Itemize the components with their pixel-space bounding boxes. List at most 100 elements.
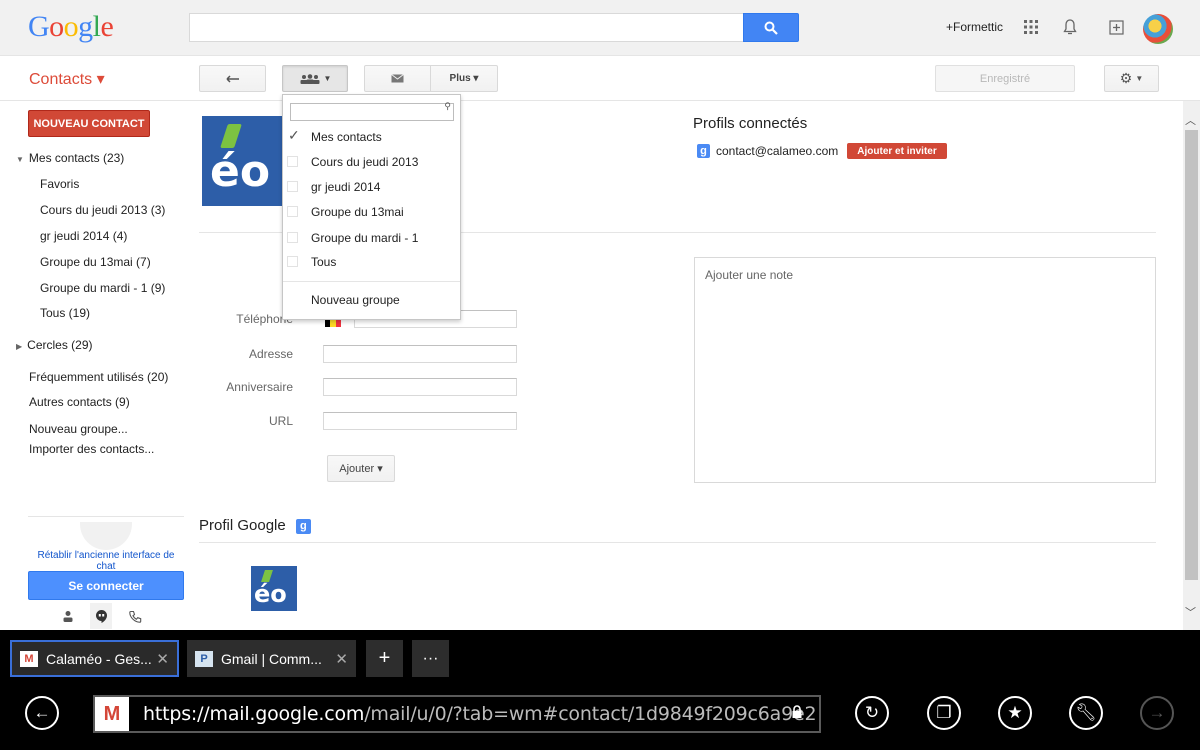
checkbox[interactable]: [287, 156, 298, 167]
envelope-icon: [391, 74, 404, 83]
checkbox[interactable]: [287, 206, 298, 217]
dropdown-item-group[interactable]: Cours du jeudi 2013: [283, 151, 460, 175]
google-profile-heading: Profil Google g: [199, 517, 311, 534]
favorites-button[interactable]: ★: [998, 696, 1032, 730]
dropdown-item-group[interactable]: gr jeudi 2014: [283, 176, 460, 200]
checkbox[interactable]: [287, 232, 298, 243]
sidebar-item-my-contacts[interactable]: ▼ Mes contacts (23): [16, 151, 124, 165]
search-icon: ⚲: [444, 101, 451, 111]
google-plus-icon: g: [295, 518, 311, 534]
account-avatar[interactable]: [1143, 14, 1173, 44]
refresh-button[interactable]: ↻: [855, 696, 889, 730]
url-field[interactable]: M https://mail.google.com/mail/u/0/?tab=…: [93, 695, 821, 733]
dropdown-item-group[interactable]: Tous: [283, 251, 460, 275]
back-button[interactable]: [199, 65, 266, 92]
tabs-icon: ❐: [936, 703, 952, 722]
app-title[interactable]: Contacts ▾: [29, 69, 105, 89]
email-button[interactable]: [364, 65, 431, 92]
scroll-down-icon[interactable]: ﹀: [1185, 604, 1196, 620]
browser-tab[interactable]: P Gmail | Comm... ✕: [187, 640, 356, 677]
person-icon[interactable]: [57, 603, 79, 629]
checkbox[interactable]: [287, 256, 298, 267]
scroll-up-icon[interactable]: ︿: [1185, 112, 1196, 128]
sidebar-item-group[interactable]: Cours du jeudi 2013 (3): [40, 203, 165, 217]
dropdown-item-group[interactable]: Groupe du mardi - 1: [283, 227, 460, 251]
apps-grid-icon[interactable]: [1020, 16, 1042, 38]
tab-title: Calaméo - Ges...: [46, 650, 152, 667]
sidebar-item-group[interactable]: Groupe du 13mai (7): [40, 255, 151, 269]
scrollbar-thumb[interactable]: [1185, 130, 1198, 580]
google-logo[interactable]: Google: [28, 10, 114, 44]
sign-in-button[interactable]: Se connecter: [28, 571, 184, 600]
wrench-icon: 🔧︎: [1075, 703, 1097, 722]
url-host: https://mail.google.com: [143, 703, 365, 725]
dropdown-item-label: Groupe du 13mai: [311, 205, 404, 219]
dropdown-item-label: gr jeudi 2014: [311, 180, 381, 194]
sidebar-item-group[interactable]: gr jeudi 2014 (4): [40, 229, 127, 243]
birthday-field[interactable]: [323, 378, 517, 396]
connected-email[interactable]: contact@calameo.com: [716, 144, 838, 158]
hangouts-icon[interactable]: [90, 603, 112, 629]
phone-icon[interactable]: [124, 603, 146, 629]
new-contact-button[interactable]: NOUVEAU CONTACT: [28, 110, 150, 137]
tab-title: Gmail | Comm...: [221, 650, 322, 667]
note-textarea[interactable]: Ajouter une note: [694, 257, 1156, 483]
url-field[interactable]: [323, 412, 517, 430]
browser-tab-bar: [0, 630, 1200, 685]
import-contacts-link[interactable]: Importer des contacts...: [29, 442, 154, 456]
group-search-input[interactable]: ⚲: [290, 101, 454, 121]
more-button[interactable]: Plus ▾: [430, 65, 498, 92]
groups-menu-button[interactable]: ▼: [282, 65, 348, 92]
sidebar-item-frequent[interactable]: Fréquemment utilisés (20): [29, 370, 168, 384]
browser-tab-active[interactable]: M Calaméo - Ges... ✕: [10, 640, 179, 677]
collapse-triangle-icon: ▶: [16, 342, 23, 351]
gmail-icon: M: [95, 697, 129, 731]
note-placeholder: Ajouter une note: [705, 268, 794, 282]
dropdown-item-label: Cours du jeudi 2013: [311, 155, 419, 169]
star-icon: ★: [1007, 703, 1023, 722]
dropdown-item-my-contacts[interactable]: ✓ Mes contacts: [283, 126, 460, 150]
lock-icon: [791, 705, 803, 723]
back-button[interactable]: ←: [25, 696, 59, 730]
forward-button[interactable]: →: [1140, 696, 1174, 730]
tabs-button[interactable]: ❐: [927, 696, 961, 730]
sidebar-item-favorites[interactable]: Favoris: [40, 177, 79, 191]
sidebar-item-circles[interactable]: ▶ Cercles (29): [16, 338, 93, 352]
user-profile-link[interactable]: +Formettic: [946, 20, 1003, 34]
share-plus-icon[interactable]: [1105, 16, 1127, 38]
restore-chat-link[interactable]: Rétablir l'ancienne interface de chat: [28, 550, 184, 572]
address-label: Adresse: [248, 347, 293, 361]
dropdown-item-group[interactable]: Groupe du 13mai: [283, 201, 460, 225]
new-tab-button[interactable]: +: [366, 640, 403, 677]
dropdown-divider: [283, 281, 460, 282]
sidebar-item-other-contacts[interactable]: Autres contacts (9): [29, 395, 130, 409]
settings-button[interactable]: ⚙ ▼: [1104, 65, 1159, 92]
new-group-link[interactable]: Nouveau groupe...: [29, 422, 128, 436]
logo-text: éo: [254, 580, 287, 608]
url-label: URL: [268, 414, 293, 428]
dropdown-item-label: Groupe du mardi - 1: [311, 231, 419, 245]
search-input[interactable]: [189, 13, 744, 42]
google-profile-photo[interactable]: éo: [251, 566, 297, 611]
close-icon[interactable]: ✕: [335, 650, 348, 668]
close-icon[interactable]: ✕: [156, 650, 169, 668]
contact-photo[interactable]: éo: [202, 116, 287, 206]
dropdown-new-group[interactable]: Nouveau groupe: [283, 289, 460, 313]
add-field-button[interactable]: Ajouter ▾: [327, 455, 395, 482]
chevron-down-icon: ▼: [323, 74, 332, 83]
back-arrow-icon: [225, 74, 239, 83]
search-button[interactable]: [743, 13, 799, 42]
address-field[interactable]: [323, 345, 517, 363]
plus-icon: +: [378, 647, 391, 669]
notifications-bell-icon[interactable]: [1059, 16, 1081, 38]
google-profile-title: Profil Google: [199, 517, 286, 534]
checkbox[interactable]: [287, 181, 298, 192]
tab-options-button[interactable]: ···: [412, 640, 449, 677]
favicon-icon: P: [195, 650, 213, 667]
tools-button[interactable]: 🔧︎: [1069, 696, 1103, 730]
sidebar-item-group[interactable]: Tous (19): [40, 306, 90, 320]
sidebar-item-group[interactable]: Groupe du mardi - 1 (9): [40, 281, 165, 295]
add-and-invite-button[interactable]: Ajouter et inviter: [847, 143, 947, 159]
saved-button[interactable]: Enregistré: [935, 65, 1075, 92]
people-icon: [300, 73, 320, 84]
